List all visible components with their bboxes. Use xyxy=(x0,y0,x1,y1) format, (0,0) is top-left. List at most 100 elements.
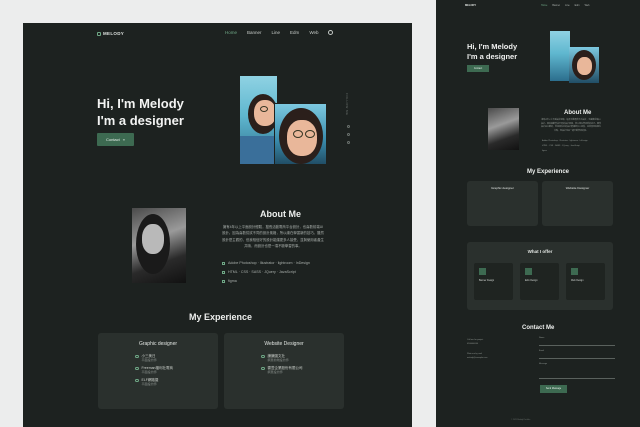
thumb-experience-card: Website Designer xyxy=(542,181,613,226)
brand-logo[interactable]: MELODY xyxy=(97,31,124,36)
thumb-mail: melody@example.com xyxy=(467,357,488,359)
nav-item-line[interactable]: Line xyxy=(272,30,281,35)
job-role: 平面設計師 xyxy=(141,358,157,362)
thumb-field-label: Message xyxy=(539,363,548,365)
line-icon[interactable] xyxy=(347,141,350,144)
thumb-nav-item: Line xyxy=(565,4,570,7)
skill-label: HTML · CSS · SASS · JQuery · JavaScript xyxy=(228,270,296,274)
thumb-offer-card: Web Design xyxy=(566,263,605,300)
top-nav: Home Banner Line Edm Web xyxy=(225,30,334,35)
nav-item-banner[interactable]: Banner xyxy=(247,30,262,35)
card-title: Graphic designer xyxy=(138,341,178,347)
web-icon xyxy=(571,268,578,275)
about-photo xyxy=(132,208,186,283)
contact-button[interactable]: Contact » xyxy=(97,133,134,146)
thumb-offer-card: Edm Design xyxy=(520,263,559,300)
experience-item: ELF網路攝 平面設計師 xyxy=(135,378,173,386)
thumb-offer-section: What I offer Banner Design Edm Design We… xyxy=(467,242,613,310)
job-role: 平面設計師 xyxy=(141,382,157,386)
hero-line-1: Hi, I'm Melody xyxy=(97,96,184,111)
thumb-contact-info: Call me for project 0900000000 Write me … xyxy=(467,338,487,360)
experience-card-graphic: Graphic designer 小三美日 平面設計師 Freeman福利社電商平… xyxy=(98,333,218,409)
skill-label: figma xyxy=(228,279,237,283)
thumb-name-field xyxy=(539,345,615,346)
thumb-skills: Adobe Photoshop · Illustrator · lightroo… xyxy=(542,140,588,152)
experience-item: Freeman福利社電商 平面設計師 xyxy=(135,366,173,374)
instagram-icon[interactable] xyxy=(347,133,350,136)
experience-card-web: Website Designer 謙謙圖文社 網頁前端設計師 雲豐企業股份有限公司… xyxy=(224,333,344,409)
thumb-offer-label: Banner Design xyxy=(479,280,495,282)
thumb-experience-card: Graphic designer xyxy=(467,181,538,226)
contact-button-label: Contact xyxy=(105,137,120,142)
skills-list: Adobe Photoshop · Illustrator · lightroo… xyxy=(222,261,310,283)
follow-me-label: FOLLOW ME xyxy=(345,93,349,116)
square-bullet-icon xyxy=(222,279,225,283)
social-links xyxy=(347,125,350,144)
skill-item: HTML · CSS · SASS · JQuery · JavaScript xyxy=(222,270,310,274)
thumb-send-button: Send Message xyxy=(540,385,567,393)
facebook-icon[interactable] xyxy=(347,125,350,128)
main-page-preview: MELODY Home Banner Line Edm Web Hi, I'm … xyxy=(23,23,412,427)
circle-bullet-icon xyxy=(261,354,265,359)
thumb-about-title: About Me xyxy=(564,110,592,116)
thumb-offer-label: Edm Design xyxy=(525,280,538,282)
experience-item: 小三美日 平面設計師 xyxy=(135,354,173,362)
thumb-contact-title: Contact Me xyxy=(522,325,555,331)
edm-icon xyxy=(525,268,532,275)
thumb-message-field xyxy=(539,378,615,379)
job-role: 網頁設計師 xyxy=(267,370,283,374)
globe-icon[interactable] xyxy=(328,30,334,35)
job-role: 平面設計師 xyxy=(141,370,157,374)
thumb-about-text: 擁有4年以上平面設計經驗，擅長活動電商平台設計，也喜歡前端UI設計。因為喜歡嘗試… xyxy=(541,119,602,132)
nav-item-web[interactable]: Web xyxy=(309,30,318,35)
thumb-experience-title: My Experience xyxy=(527,169,570,175)
banner-icon xyxy=(479,268,486,275)
nav-item-edm[interactable]: Edm xyxy=(290,30,299,35)
thumb-hero-line: Hi, I'm Melody xyxy=(467,42,518,51)
hero-photo-back xyxy=(240,76,277,164)
square-bullet-icon xyxy=(222,270,225,274)
circle-bullet-icon xyxy=(135,378,139,383)
thumb-nav-item: Web xyxy=(584,4,590,7)
skill-item: figma xyxy=(222,279,310,283)
thumb-nav-item: Home xyxy=(541,4,548,7)
thumb-photo-back xyxy=(550,31,570,81)
about-title: About Me xyxy=(260,209,301,219)
experience-item: 雲豐企業股份有限公司 網頁設計師 xyxy=(261,366,303,374)
thumb-card-title: Graphic designer xyxy=(491,186,514,190)
thumb-skill: figma xyxy=(542,150,547,152)
hero-heading: Hi, I'm Melody I'm a designer xyxy=(97,95,237,129)
brand-name: MELODY xyxy=(103,31,125,36)
about-text: 擁有4年以上平面設計經驗，擅長活動電商平台設計，也喜歡前端UI設計。因為喜歡嘗試… xyxy=(222,225,324,248)
hero-photo-front xyxy=(274,103,327,165)
thumb-offer-title: What I offer xyxy=(527,249,553,254)
experience-title: My Experience xyxy=(189,312,253,322)
thumb-field-label: Name xyxy=(539,337,545,339)
skill-item: Adobe Photoshop · Illustrator · lightroo… xyxy=(222,261,310,265)
thumb-email-field xyxy=(539,358,615,359)
square-bullet-icon xyxy=(222,261,225,265)
circle-bullet-icon xyxy=(135,366,139,371)
experience-item: 謙謙圖文社 網頁前端設計師 xyxy=(261,354,303,362)
thumb-hero-heading: Hi, I'm Melody I'm a designer xyxy=(467,42,517,62)
thumb-nav: Home Banner Line Edm Web xyxy=(541,4,589,7)
thumb-footer: © 2021 Melody Portfolio xyxy=(511,419,531,421)
nav-item-home[interactable]: Home xyxy=(225,30,237,35)
card-title: Website Designer xyxy=(264,341,304,347)
thumb-offer-card: Banner Design xyxy=(474,263,513,300)
thumb-skill: HTML · CSS · SASS · JQuery · JavaScript xyxy=(542,145,580,147)
thumb-skill: Adobe Photoshop · Illustrator · lightroo… xyxy=(542,140,588,142)
thumb-card-title: Website Designer xyxy=(565,186,590,190)
thumb-photo-front xyxy=(569,47,599,83)
full-page-thumbnail: MELODY Home Banner Line Edm Web Hi, I'm … xyxy=(436,0,640,427)
thumb-offer-label: Web Design xyxy=(571,280,584,282)
hero-line-2: I'm a designer xyxy=(97,113,184,128)
skill-label: Adobe Photoshop · Illustrator · lightroo… xyxy=(228,261,310,265)
thumb-field-label: Email xyxy=(539,350,545,352)
thumb-hero-line: I'm a designer xyxy=(467,52,518,61)
thumb-brand: MELODY xyxy=(465,4,477,7)
arrow-right-icon: » xyxy=(122,137,126,142)
thumb-about-photo xyxy=(488,108,519,150)
circle-bullet-icon xyxy=(135,354,139,359)
thumb-nav-item: Banner xyxy=(552,4,561,7)
